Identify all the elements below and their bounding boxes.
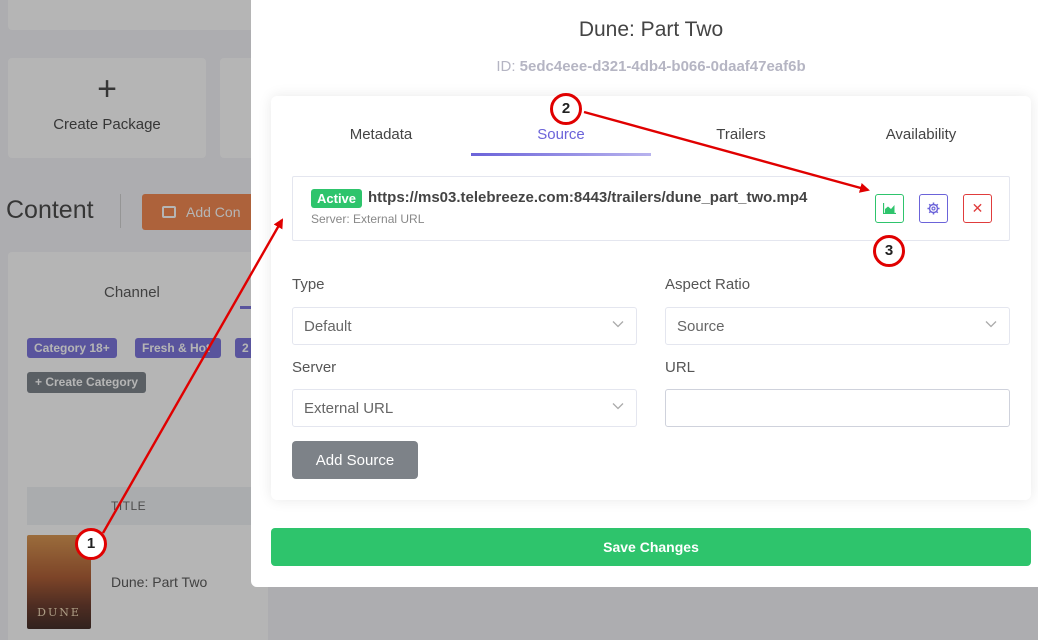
source-server: Server: External URL [311,212,425,226]
settings-button[interactable] [919,194,948,223]
modal-title: Dune: Part Two [578,18,724,41]
type-label: Type [292,276,325,293]
stats-button[interactable] [875,194,904,223]
tab-trailers[interactable]: Trailers [651,126,831,156]
source-card: Metadata Source Trailers Availability Ac… [271,96,1031,500]
area-chart-icon [883,203,896,214]
annotation-marker-1: 1 [75,528,107,560]
annotation-marker-2: 2 [550,93,582,125]
delete-button[interactable]: ✕ [963,194,992,223]
status-badge: Active [311,189,363,208]
edit-content-modal: Dune: Part Two ID: 5edc4eee-d321-4db4-b0… [251,0,1038,587]
server-label: Server [292,359,337,376]
tab-metadata[interactable]: Metadata [291,126,471,156]
server-select[interactable]: External URL [292,389,637,427]
aspect-ratio-label: Aspect Ratio [665,276,751,293]
type-select[interactable]: Default [292,307,637,345]
gear-icon [927,202,940,215]
chevron-down-icon [985,321,997,328]
annotation-marker-3: 3 [873,235,905,267]
save-changes-button[interactable]: Save Changes [271,528,1031,566]
close-icon: ✕ [971,200,984,216]
chevron-down-icon [612,321,624,328]
add-source-button[interactable]: Add Source [292,441,418,479]
url-input[interactable] [665,389,1010,427]
modal-tabs: Metadata Source Trailers Availability [291,126,1011,156]
aspect-ratio-select[interactable]: Source [665,307,1010,345]
content-id: ID: 5edc4eee-d321-4db4-b066-0daaf47eaf6b [496,58,806,75]
source-url: https://ms03.telebreeze.com:8443/trailer… [368,189,808,206]
content-id-value: 5edc4eee-d321-4db4-b066-0daaf47eaf6b [519,58,806,75]
tab-source[interactable]: Source [471,126,651,156]
source-item: Active https://ms03.telebreeze.com:8443/… [292,176,1010,241]
chevron-down-icon [612,403,624,410]
url-label: URL [665,359,696,376]
tab-availability[interactable]: Availability [831,126,1011,156]
